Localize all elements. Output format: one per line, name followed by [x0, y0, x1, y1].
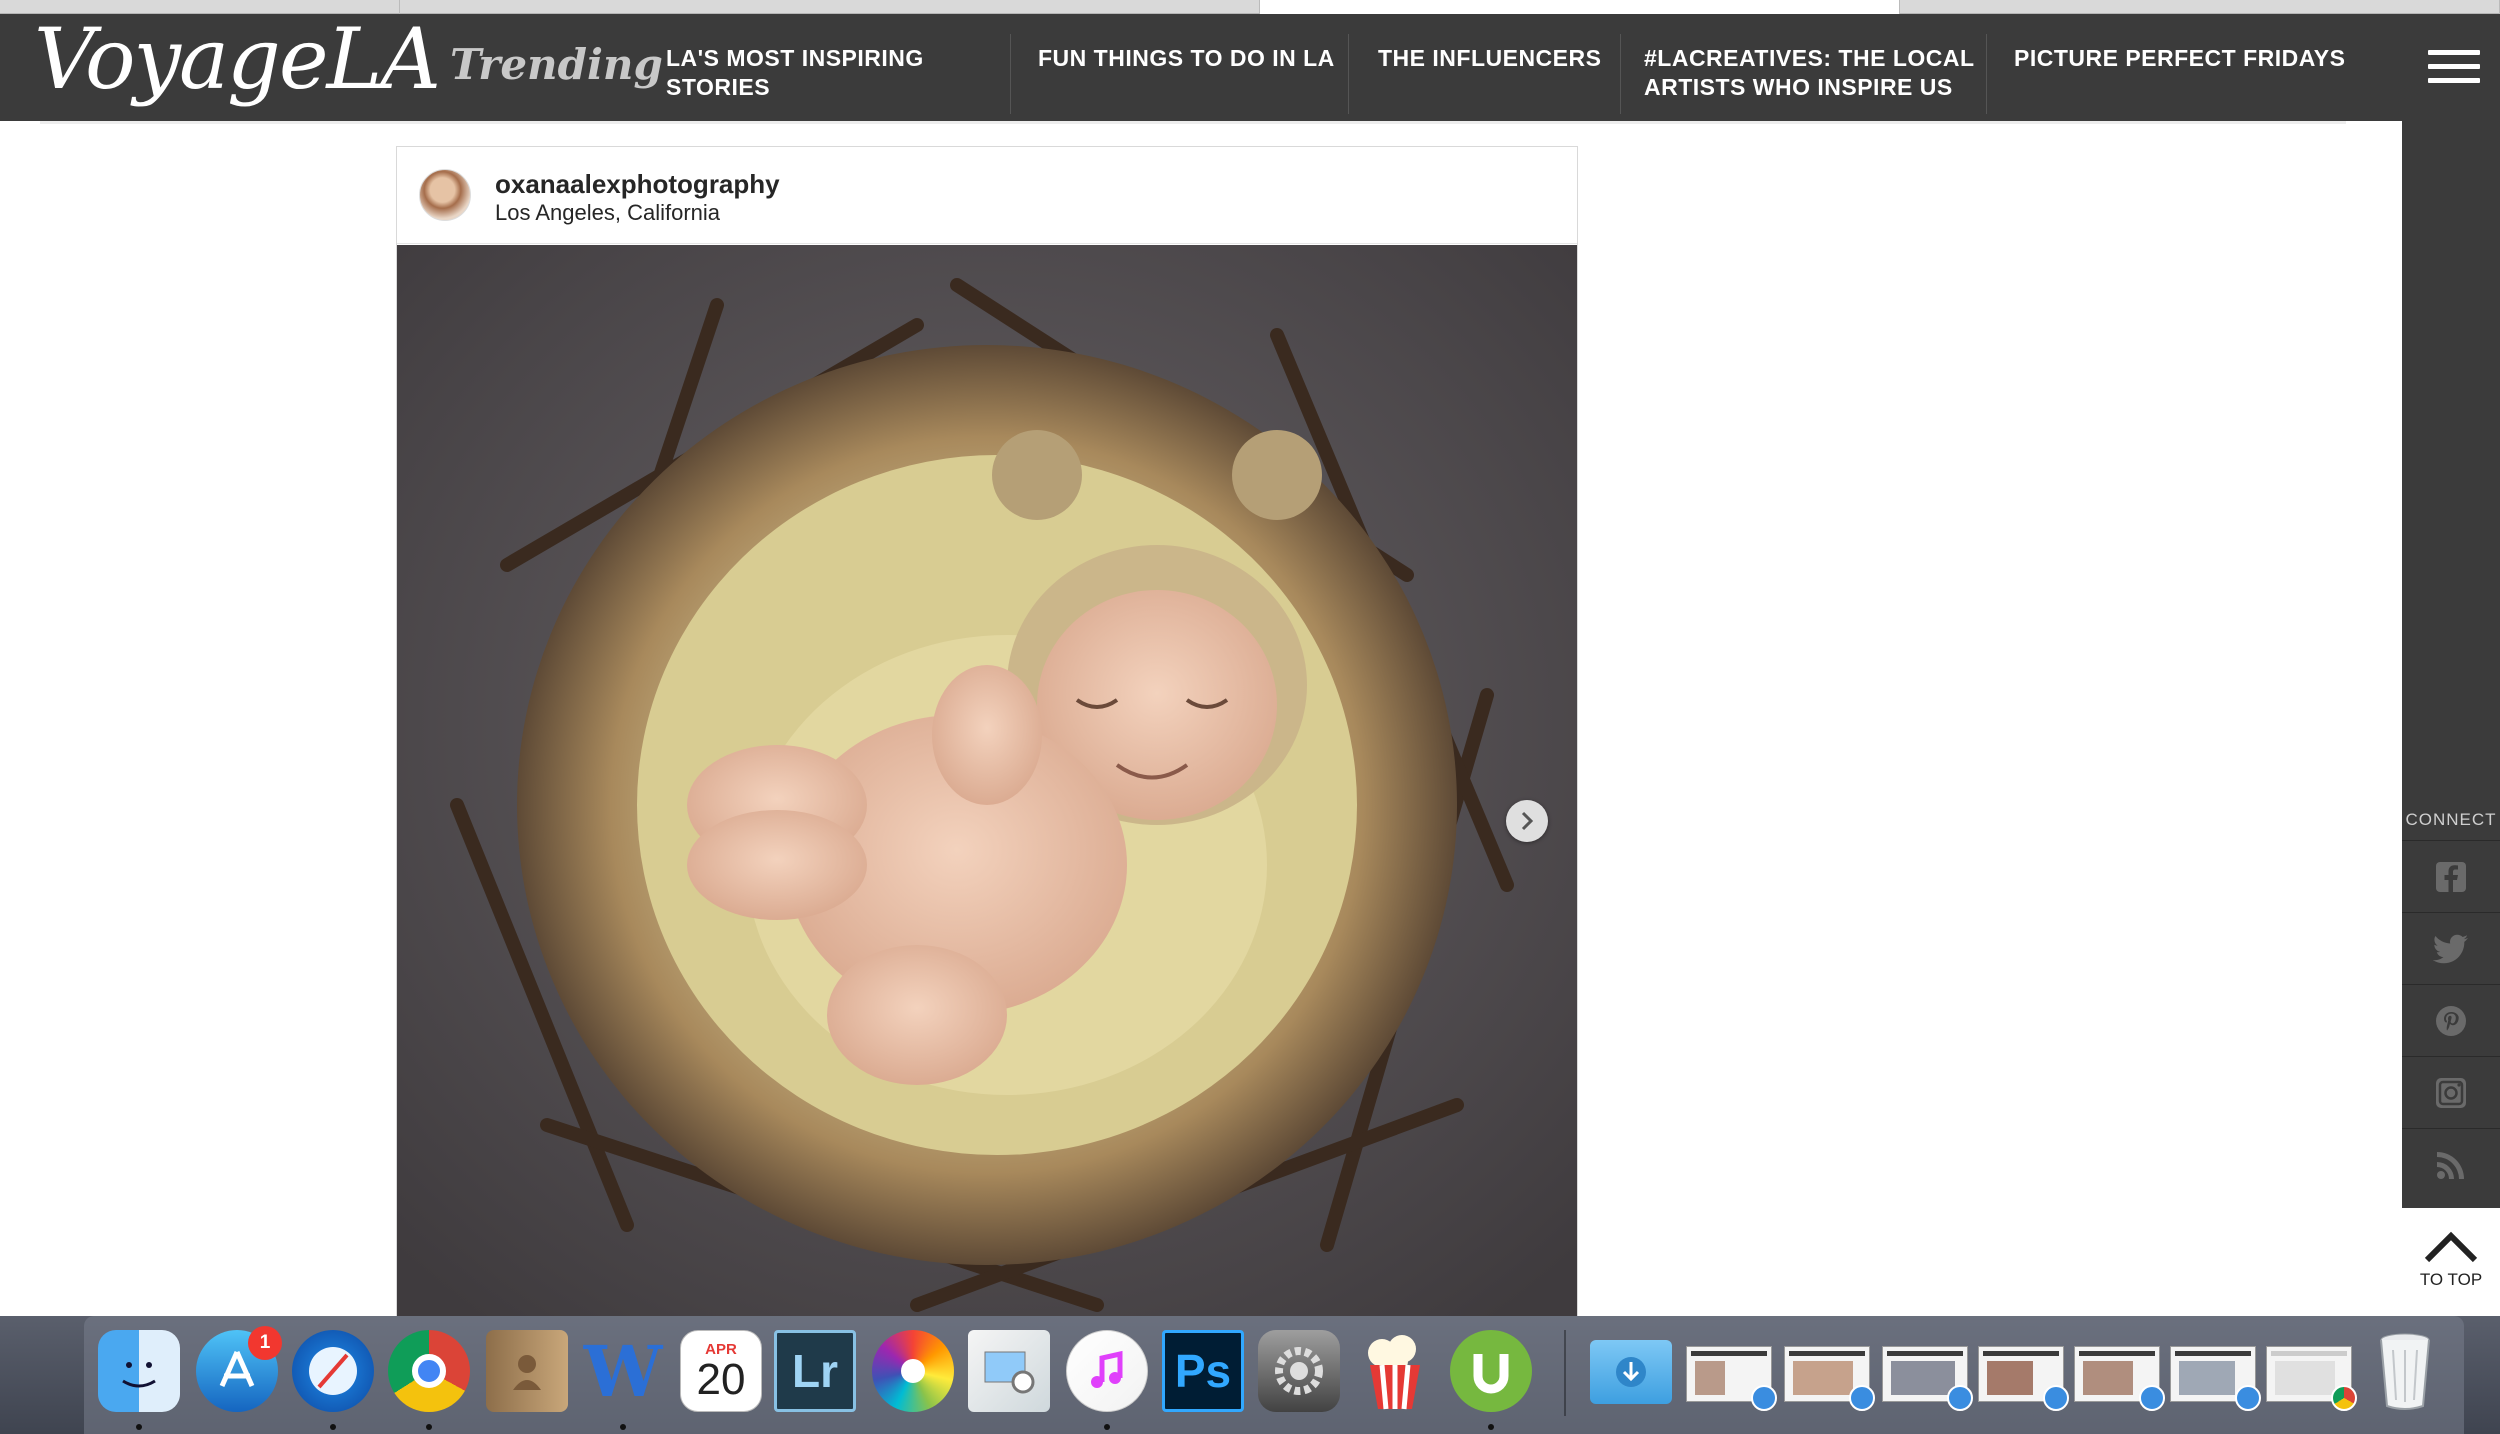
instagram-icon[interactable]	[2402, 1056, 2500, 1128]
site-logo[interactable]: VoyageLA	[34, 14, 441, 104]
browser-tab[interactable]	[1900, 0, 2500, 14]
safari-icon	[1947, 1385, 1973, 1411]
post-username[interactable]: oxanaalexphotography	[495, 169, 780, 200]
itunes-icon[interactable]	[1066, 1330, 1148, 1412]
nav-item-inspiring-stories[interactable]: LA'S MOST INSPIRING STORIES	[666, 44, 924, 102]
minimized-window-thumbnail[interactable]	[2074, 1346, 2165, 1411]
popcorn-time-icon[interactable]	[1354, 1330, 1436, 1412]
connect-label: CONNECT	[2405, 810, 2497, 829]
running-indicator	[620, 1424, 626, 1430]
site-header: VoyageLA Trending LA'S MOST INSPIRING STO…	[0, 14, 2500, 121]
to-top-button[interactable]: TO TOP	[2402, 1208, 2500, 1313]
pinterest-icon[interactable]	[2402, 984, 2500, 1056]
trending-label: Trending	[450, 40, 663, 89]
instagram-post: oxanaalexphotography Los Angeles, Califo…	[396, 146, 1578, 1317]
nav-divider	[1986, 34, 1987, 114]
safari-icon	[1751, 1385, 1777, 1411]
minimized-window-thumbnail[interactable]	[2170, 1346, 2261, 1411]
nav-divider	[1348, 34, 1349, 114]
to-top-label: TO TOP	[2419, 1270, 2483, 1289]
downloads-folder-icon[interactable]	[1590, 1340, 1672, 1404]
chrome-icon	[2331, 1385, 2357, 1411]
finder-icon[interactable]	[98, 1330, 180, 1412]
chevron-up-icon	[2424, 1231, 2478, 1263]
avatar[interactable]	[419, 169, 471, 221]
system-preferences-icon[interactable]	[1258, 1330, 1340, 1412]
minimized-window-thumbnail[interactable]	[1882, 1346, 1973, 1411]
preview-icon[interactable]	[968, 1330, 1050, 1412]
nav-item-fun-things[interactable]: FUN THINGS TO DO IN LA	[1038, 44, 1335, 73]
post-photo[interactable]	[397, 245, 1577, 1317]
minimized-window-thumbnail[interactable]	[1784, 1346, 1875, 1411]
nav-divider	[1620, 34, 1621, 114]
utorrent-icon[interactable]	[1450, 1330, 1532, 1412]
word-icon[interactable]: W	[582, 1330, 664, 1413]
running-indicator	[330, 1424, 336, 1430]
minimized-window-thumbnail[interactable]	[1686, 1346, 1777, 1411]
calendar-icon[interactable]: APR 20	[680, 1330, 762, 1412]
notification-badge: 1	[248, 1326, 282, 1360]
menu-icon[interactable]	[2428, 50, 2480, 92]
contacts-icon[interactable]	[486, 1330, 568, 1412]
dock-separator	[1564, 1330, 1566, 1416]
safari-icon[interactable]	[292, 1330, 374, 1412]
safari-icon	[2235, 1385, 2261, 1411]
lightroom-icon[interactable]: Lr	[774, 1330, 856, 1412]
running-indicator	[136, 1424, 142, 1430]
twitter-icon[interactable]	[2402, 912, 2500, 984]
facebook-icon[interactable]	[2402, 840, 2500, 912]
safari-icon	[2043, 1385, 2069, 1411]
calendar-day: 20	[696, 1354, 746, 1404]
running-indicator	[1104, 1424, 1110, 1430]
minimized-window-thumbnail[interactable]	[2266, 1346, 2357, 1411]
chevron-right-icon	[1521, 811, 1534, 831]
trash-icon[interactable]	[2364, 1330, 2446, 1412]
running-indicator	[1488, 1424, 1494, 1430]
post-location[interactable]: Los Angeles, California	[495, 200, 720, 226]
browser-tab-active[interactable]	[1260, 0, 1900, 14]
chrome-icon[interactable]	[388, 1330, 470, 1412]
photos-icon[interactable]	[872, 1330, 954, 1412]
nav-divider	[1010, 34, 1011, 114]
rss-icon[interactable]	[2402, 1128, 2500, 1200]
browser-tab[interactable]	[400, 0, 1260, 14]
nav-item-picture-perfect-fridays[interactable]: PICTURE PERFECT FRIDAYS	[2014, 44, 2345, 73]
safari-icon	[1849, 1385, 1875, 1411]
safari-icon	[2139, 1385, 2165, 1411]
next-photo-button[interactable]	[1506, 800, 1548, 842]
post-header: oxanaalexphotography Los Angeles, Califo…	[397, 147, 1577, 244]
running-indicator	[426, 1424, 432, 1430]
minimized-window-thumbnail[interactable]	[1978, 1346, 2069, 1411]
header-divider	[40, 121, 2346, 124]
photoshop-icon[interactable]: Ps	[1162, 1330, 1244, 1412]
nav-item-lacreatives[interactable]: #LACREATIVES: THE LOCAL ARTISTS WHO INSPI…	[1644, 44, 1975, 102]
nav-item-influencers[interactable]: THE INFLUENCERS	[1378, 44, 1601, 73]
